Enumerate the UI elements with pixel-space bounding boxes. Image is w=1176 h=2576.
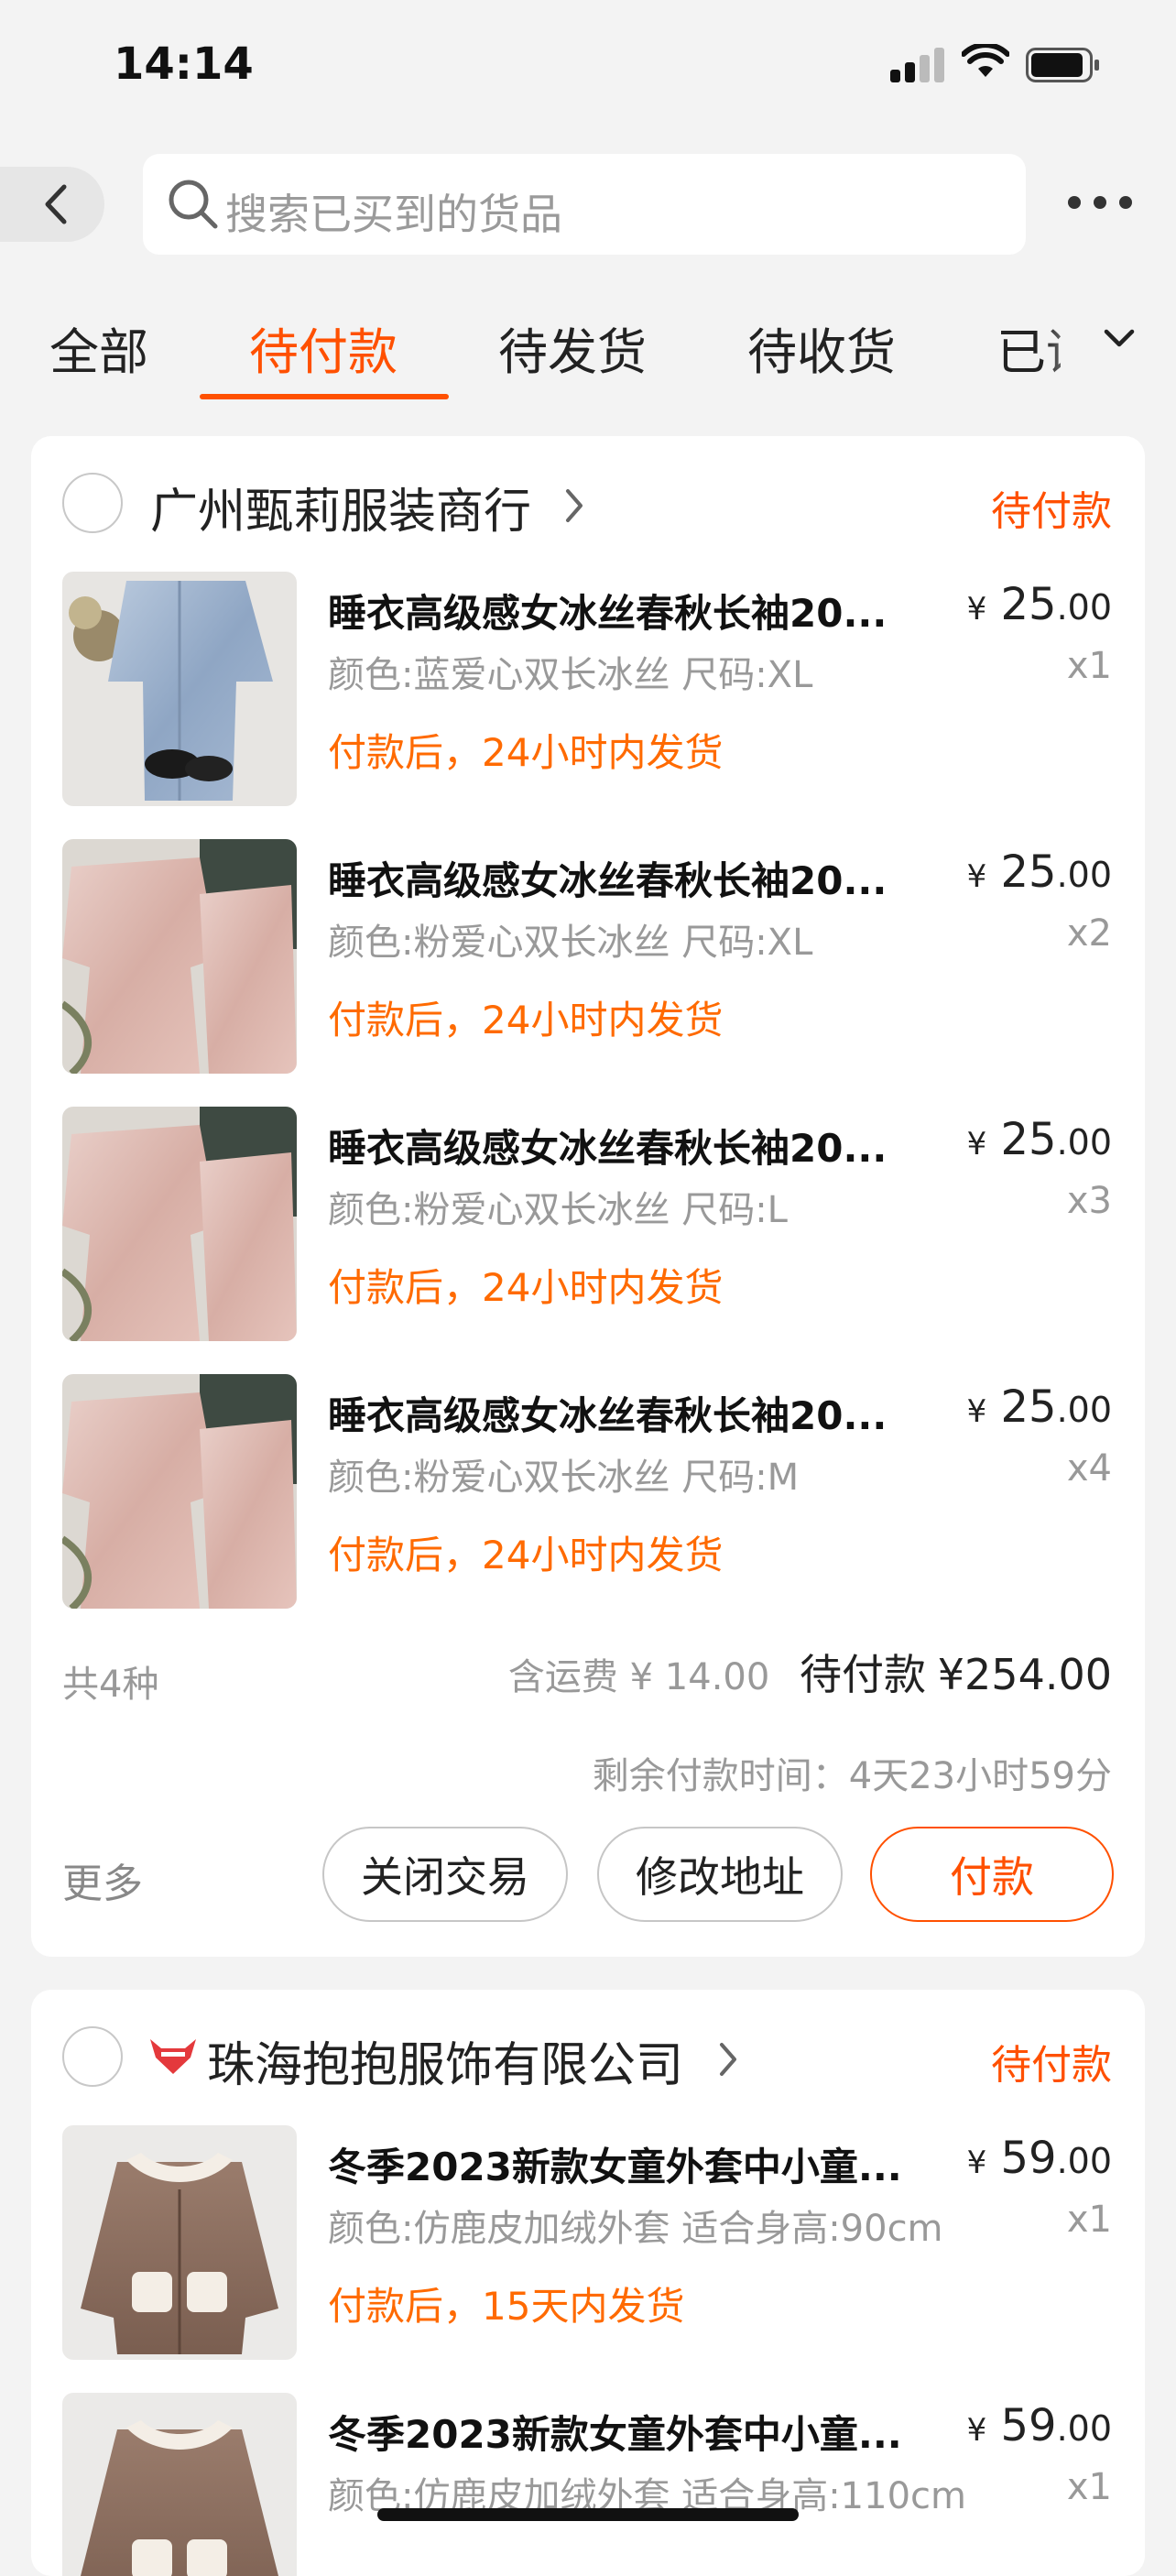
total-amount: 254 [964,1650,1045,1699]
total-decimal: .00 [1044,1650,1112,1699]
order-status: 待付款 [991,488,1112,535]
list-item[interactable]: 冬季2023新款女童外套中小童... 颜色:仿鹿皮加绒外套 适合身高:90cm … [31,2125,1145,2374]
product-thumbnail[interactable] [62,1107,297,1341]
product-sku: 颜色:粉爱心双长冰丝 尺码:M [328,1457,800,1499]
tab-fade [1044,302,1099,394]
product-price: ¥ 25.00 [966,1114,1112,1165]
shipping-promise: 付款后，24小时内发货 [328,730,724,775]
home-indicator [377,2508,799,2521]
close-order-button[interactable]: 关闭交易 [322,1827,568,1922]
product-quantity: x4 [1066,1447,1112,1490]
order-card: 珠海抱抱服饰有限公司 待付款 冬季2023新款女童外套中小童... 颜色:仿鹿皮… [31,1990,1145,2576]
pink-satin-pajamas-image [62,1107,297,1341]
order-total: 含运费 ¥ 14.00 待付款 ¥254.00 [508,1642,1112,1702]
product-title[interactable]: 睡衣高级感女冰丝春秋长袖20... [328,1385,887,1441]
product-thumbnail[interactable] [62,2125,297,2360]
wifi-icon [962,44,1009,77]
product-title[interactable]: 冬季2023新款女童外套中小童... [328,2136,902,2192]
chevron-left-icon [45,184,67,224]
tab-pending-payment[interactable]: 待付款 [249,311,397,384]
list-item[interactable]: 睡衣高级感女冰丝春秋长袖20... 颜色:粉爱心双长冰丝 尺码:XL 付款后，2… [31,839,1145,1088]
product-price: ¥ 25.00 [966,579,1112,630]
pink-satin-pajamas-image [62,1374,297,1609]
product-sku: 颜色:粉爱心双长冰丝 尺码:L [328,1189,788,1231]
product-sku: 颜色:蓝爱心双长冰丝 尺码:XL [328,654,813,696]
shipping-promise: 付款后，24小时内发货 [328,1533,724,1577]
product-price: ¥ 59.00 [966,2400,1112,2451]
chevron-right-icon[interactable] [716,2039,740,2079]
shipping-promise: 付款后，24小时内发货 [328,1265,724,1310]
tab-pending-receipt[interactable]: 待收货 [747,311,896,384]
pay-button[interactable]: 付款 [870,1827,1114,1922]
product-thumbnail[interactable] [62,839,297,1074]
battery-icon [1026,48,1099,82]
product-title[interactable]: 冬季2023新款女童外套中小童... [328,2404,902,2460]
item-count: 共4种 [62,1664,159,1706]
shipping-promise: 付款后，15天内发货 [328,2284,685,2329]
list-item[interactable]: 冬季2023新款女童外套中小童... 颜色:仿鹿皮加绒外套 适合身高:110cm… [31,2393,1145,2576]
product-thumbnail[interactable] [62,2393,297,2576]
search-input[interactable]: 搜索已买到的货品 [143,154,1026,255]
kids-fleece-coat-image [62,2125,297,2360]
product-thumbnail[interactable] [62,1374,297,1609]
payment-countdown: 剩余付款时间：4天23小时59分 [592,1755,1112,1797]
chevron-right-icon[interactable] [562,486,586,526]
tmall-cat-icon [150,2039,196,2074]
product-quantity: x1 [1066,2199,1112,2241]
product-price: ¥ 25.00 [966,846,1112,898]
order-card: 广州甄莉服装商行 待付款 睡衣高级感女冰丝春秋长袖20... 颜色:蓝爱心双长冰… [31,436,1145,1957]
order-select-checkbox[interactable] [62,2026,123,2087]
product-quantity: x3 [1066,1180,1112,1222]
shop-name[interactable]: 珠海抱抱服饰有限公司 [207,2026,683,2095]
search-placeholder: 搜索已买到的货品 [225,190,562,239]
product-title[interactable]: 睡衣高级感女冰丝春秋长袖20... [328,850,887,906]
more-actions-link[interactable]: 更多 [62,1850,143,1909]
tab-pending-shipment[interactable]: 待发货 [498,311,647,384]
product-quantity: x1 [1066,645,1112,687]
shipping-fee: 含运费 ¥ 14.00 [507,1656,770,1698]
more-options-icon[interactable] [1068,191,1132,218]
search-icon [169,180,218,229]
product-title[interactable]: 睡衣高级感女冰丝春秋长袖20... [328,583,887,639]
product-sku: 颜色:仿鹿皮加绒外套 适合身高:90cm [328,2208,943,2250]
modify-address-button[interactable]: 修改地址 [597,1827,843,1922]
product-thumbnail[interactable] [62,572,297,806]
status-time: 14:14 [114,38,254,90]
back-button[interactable] [0,167,104,242]
blue-satin-pajamas-image [62,572,297,806]
order-status: 待付款 [991,2042,1112,2089]
cellular-signal-icon [890,46,945,82]
product-sku: 颜色:粉爱心双长冰丝 尺码:XL [328,922,813,964]
product-title[interactable]: 睡衣高级感女冰丝春秋长袖20... [328,1118,887,1173]
tab-all[interactable]: 全部 [49,311,148,384]
product-quantity: x1 [1066,2466,1112,2508]
list-item[interactable]: 睡衣高级感女冰丝春秋长袖20... 颜色:粉爱心双长冰丝 尺码:L 付款后，24… [31,1107,1145,1356]
order-select-checkbox[interactable] [62,473,123,533]
kids-fleece-coat-image [62,2393,297,2576]
shipping-promise: 付款后，24小时内发货 [328,998,724,1042]
list-item[interactable]: 睡衣高级感女冰丝春秋长袖20... 颜色:粉爱心双长冰丝 尺码:M 付款后，24… [31,1374,1145,1623]
shop-name[interactable]: 广州甄莉服装商行 [150,473,531,541]
chevron-down-icon[interactable] [1101,321,1138,357]
list-item[interactable]: 睡衣高级感女冰丝春秋长袖20... 颜色:蓝爱心双长冰丝 尺码:XL 付款后，2… [31,572,1145,821]
product-price: ¥ 25.00 [966,1381,1112,1433]
total-label: 待付款 [800,1650,927,1699]
pink-satin-pajamas-image [62,839,297,1074]
product-price: ¥ 59.00 [966,2133,1112,2184]
total-currency: ¥ [937,1650,965,1699]
product-quantity: x2 [1066,912,1112,955]
tab-active-indicator [200,394,449,399]
